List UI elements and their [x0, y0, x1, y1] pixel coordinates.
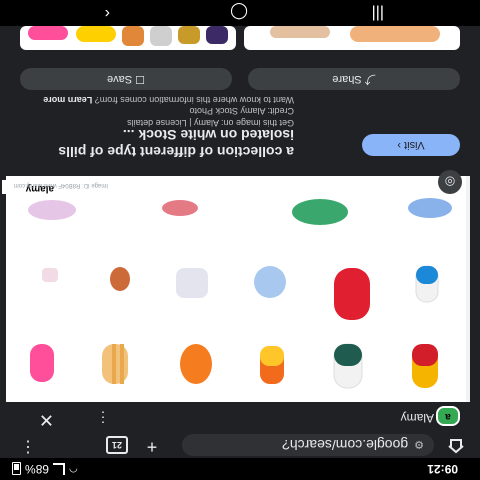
system-nav-bar: ||| ◯ ‹ — [0, 0, 480, 26]
capsule-green-white — [333, 343, 363, 389]
back-icon[interactable]: ‹ — [105, 4, 110, 22]
home-nav-icon[interactable]: ◯ — [230, 2, 248, 22]
tablet-light-blue — [254, 266, 286, 298]
credit-text: Credit: Alamy Stock Photo — [189, 106, 294, 116]
info-source-text: Want to know where this information come… — [43, 95, 294, 105]
tablet-brown — [110, 267, 130, 291]
share-icon: ⤴ — [361, 73, 376, 85]
signal-icon — [53, 463, 66, 475]
capsule-blue-white — [415, 265, 439, 303]
capsule-red-large — [334, 268, 370, 320]
tablet-white — [176, 268, 208, 298]
tablet-blue-oval — [408, 198, 452, 218]
pills-illustration — [28, 198, 452, 389]
learn-more-link[interactable]: Learn more — [43, 95, 92, 105]
main-image[interactable] — [6, 176, 470, 402]
more-vert-icon[interactable]: ⋮ — [96, 409, 110, 427]
close-icon[interactable]: ✕ — [39, 410, 54, 430]
chevron-right-icon: › — [397, 139, 402, 151]
visit-button[interactable]: Visit › — [362, 134, 460, 156]
capsule-red-yellow — [412, 344, 438, 388]
status-icons: ◠ 68% — [12, 462, 78, 476]
recents-icon[interactable]: ||| — [372, 4, 384, 22]
save-label: Save — [107, 73, 133, 85]
tune-icon[interactable]: ⚙ — [414, 439, 424, 452]
tab-switcher-button[interactable]: 21 — [106, 436, 128, 454]
pill-orange — [180, 344, 212, 384]
info-question: Want to know where this information come… — [94, 95, 294, 105]
source-favicon: a — [436, 406, 460, 426]
browser-toolbar: ⚙ google.com/search? + 21 ⋮ — [0, 432, 480, 458]
visit-label: Visit — [404, 139, 425, 151]
tablet-pink — [162, 200, 198, 216]
status-bar: 09:21 ◠ 68% — [0, 458, 480, 480]
related-image-thumbnail[interactable] — [244, 26, 460, 50]
image-viewer-header: a Alamy ⋮ ✕ — [0, 406, 480, 432]
save-button[interactable]: ☐ Save — [20, 68, 232, 90]
capsule-pink — [30, 344, 54, 382]
share-button[interactable]: ⤴ Share — [248, 68, 460, 90]
wifi-icon: ◠ — [69, 463, 78, 475]
lens-icon[interactable]: ◎ — [438, 170, 462, 194]
plus-icon[interactable]: + — [142, 437, 162, 457]
capsule-orange-yellow — [260, 346, 284, 384]
source-name[interactable]: Alamy — [401, 411, 434, 425]
url-text: google.com/search? — [282, 437, 409, 453]
thumbnail-pills — [270, 26, 440, 42]
thumbnail-pills — [28, 26, 228, 46]
home-icon[interactable] — [446, 436, 466, 454]
bookmark-icon: ☐ — [132, 73, 145, 85]
tablet-lilac — [28, 200, 76, 220]
clock: 09:21 — [427, 462, 458, 476]
more-vert-icon[interactable]: ⋮ — [20, 437, 36, 455]
battery-icon — [12, 462, 21, 476]
image-title[interactable]: a collection of different type of pills … — [4, 126, 294, 160]
battery-percent: 68% — [25, 462, 50, 476]
capsule-beige — [102, 344, 128, 384]
related-image-thumbnail[interactable] — [20, 26, 236, 50]
tablet-green — [292, 199, 348, 225]
share-label: Share — [332, 73, 362, 85]
tablet-pink-small — [42, 268, 58, 282]
watermark-credit: Image ID: R8B04F www.alamy.com — [13, 182, 108, 188]
image-edge — [466, 176, 470, 402]
license-info[interactable]: Get this image on: Alamy | License detai… — [127, 118, 294, 128]
address-bar[interactable]: ⚙ google.com/search? — [182, 434, 434, 456]
